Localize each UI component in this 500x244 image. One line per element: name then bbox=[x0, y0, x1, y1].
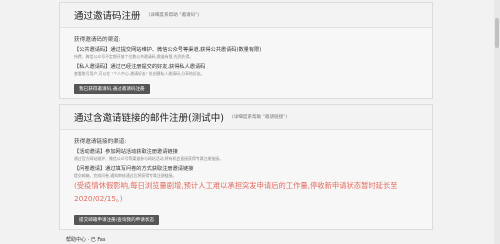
list-item: 【活动邀请】参加网站活动获取注册邀请链接 通过官方网站维护、微信公众号等渠道参与… bbox=[74, 149, 432, 162]
scrollbar-thumb[interactable] bbox=[495, 18, 499, 48]
list-item: 【问卷邀请】通过填写问卷的方式获取注册邀请链接 提交邮箱、完成问卷,通知审核通过… bbox=[74, 166, 432, 179]
invite-link-header: 通过含邀请链接的邮件注册(测试中) (详细度系帮助 "邀请链接") bbox=[60, 105, 432, 130]
invite-link-card: 通过含邀请链接的邮件注册(测试中) (详细度系帮助 "邀请链接") 获得邀请链接… bbox=[59, 104, 433, 230]
item-title: 【私人邀请码】通过已经注册提交的好友,获得私人邀请码 bbox=[74, 64, 206, 70]
invite-link-section-label: 获得邀请链接的渠道: bbox=[74, 139, 127, 145]
invite-code-header: 通过邀请码注册 (详细度系帮助 "邀请码") bbox=[60, 3, 432, 28]
item-description: 通过官方网站维护、微信公众号等渠道参与网站活动,将有机会直接获得专属注册链接。 bbox=[74, 156, 224, 161]
item-description: 查看账号用户,可以在 "个人中心-邀请好友" 处创建私人邀请码,分享给好友。 bbox=[74, 71, 205, 76]
item-title: 【活动邀请】参加网站活动获取注册邀请链接 bbox=[74, 149, 178, 155]
list-item: 【私人邀请码】通过已经注册提交的好友,获得私人邀请码 查看账号用户,可以在 "个… bbox=[74, 64, 432, 77]
invite-code-card: 通过邀请码注册 (详细度系帮助 "邀请码") 获得邀请码的渠道: 【公共邀请码】… bbox=[59, 2, 433, 99]
scrollbar[interactable] bbox=[494, 0, 500, 244]
footer-text: 帮助中心 · 已 Fas bbox=[66, 237, 106, 243]
page-root: { "invite_code": { "title": "通过邀请码注册", "… bbox=[0, 0, 500, 244]
invite-code-section-label: 获得邀请码的渠道: bbox=[74, 37, 121, 43]
item-description: 持费、微信公众号不定期开放个位数公共邀请码,数量有限,先到先得。 bbox=[74, 54, 194, 59]
invite-link-help-link[interactable]: (详细度系帮助 "邀请链接") bbox=[232, 114, 287, 120]
register-with-code-button[interactable]: 我已获得邀请码,通过邀请码注册 bbox=[74, 84, 150, 94]
invite-link-title: 通过含邀请链接的邮件注册(测试中) bbox=[74, 113, 224, 124]
suspension-notice: (受疫情休假影响,每日浏览量剧增,预计人工难以承担突发申请后的工作量,停收新申请… bbox=[74, 181, 398, 203]
apply-by-email-button[interactable]: 提交邮箱申请注册/查询我的申请状态 bbox=[74, 215, 160, 225]
item-title: 【问卷邀请】通过填写问卷的方式获取注册邀请链接 bbox=[74, 166, 194, 172]
invite-code-help-link[interactable]: (详细度系帮助 "邀请码") bbox=[149, 12, 200, 18]
invite-code-title: 通过邀请码注册 bbox=[74, 11, 141, 22]
item-description: 提交邮箱、完成问卷,通知审核通过后将获得专属注册链接。 bbox=[74, 173, 177, 178]
item-title: 【公共邀请码】通过提交网站维护、微信公众号等渠道,获得公共邀请码(数量有限) bbox=[74, 47, 262, 53]
list-item: 【公共邀请码】通过提交网站维护、微信公众号等渠道,获得公共邀请码(数量有限) 持… bbox=[74, 47, 432, 60]
